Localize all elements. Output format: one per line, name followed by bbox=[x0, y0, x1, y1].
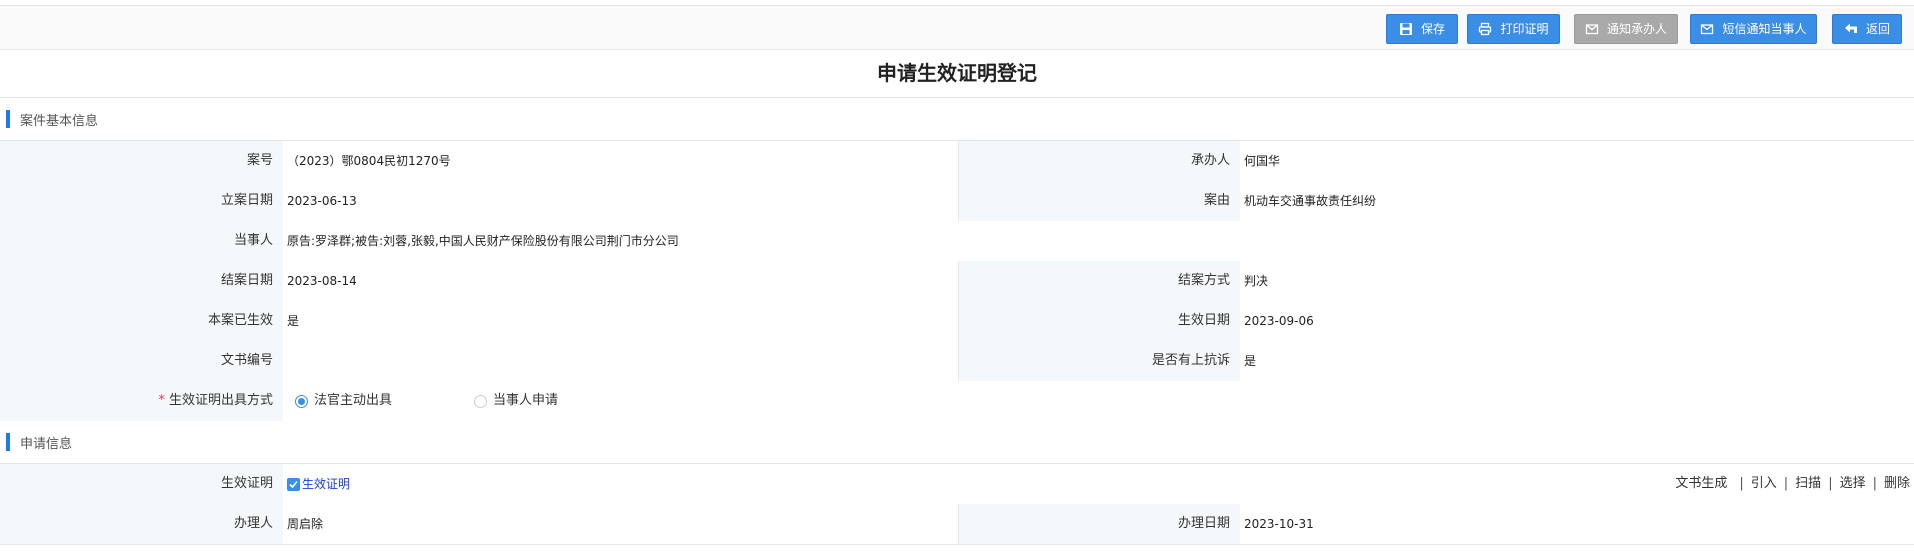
toolbar: 保存 打印证明 通知承办人 短信通知当事人 返回 bbox=[0, 6, 1914, 50]
row-doc-no: 文书编号 是否有上抗诉 是 bbox=[0, 341, 1914, 382]
row-case-no: 案号 （2023）鄂0804民初1270号 承办人 何国华 bbox=[0, 141, 1914, 182]
close-method-label: 结案方式 bbox=[959, 261, 1240, 301]
radio-label: 法官主动出具 bbox=[314, 393, 393, 408]
row-parties: 当事人 原告:罗泽群;被告:刘蓉,张毅,中国人民财产保险股份有限公司荆门市分公司 bbox=[0, 221, 1914, 262]
separator: | bbox=[1783, 476, 1789, 491]
envelope-icon bbox=[1700, 22, 1714, 36]
sms-notify-party-button[interactable]: 短信通知当事人 bbox=[1690, 14, 1817, 44]
radio-judge-issue[interactable]: 法官主动出具 bbox=[295, 381, 392, 421]
radio-party-apply[interactable]: 当事人申请 bbox=[474, 381, 558, 421]
select-link[interactable]: 选择 bbox=[1840, 476, 1866, 491]
operator-label: 办理人 bbox=[0, 504, 283, 544]
separator: | bbox=[1739, 476, 1744, 491]
doc-no-label: 文书编号 bbox=[0, 341, 283, 381]
case-no-label: 案号 bbox=[0, 141, 283, 181]
section-title: 案件基本信息 bbox=[20, 113, 99, 129]
issue-method-options: 法官主动出具 当事人申请 bbox=[283, 381, 1914, 421]
import-link[interactable]: 引入 bbox=[1751, 476, 1777, 491]
effective-label: 本案已生效 bbox=[0, 301, 283, 341]
close-date-label: 结案日期 bbox=[0, 261, 283, 301]
envelope-icon bbox=[1585, 22, 1599, 36]
certificate-link-text: 生效证明 bbox=[302, 477, 351, 491]
section-marker bbox=[6, 110, 10, 128]
sms-notify-label: 短信通知当事人 bbox=[1722, 22, 1807, 36]
handle-date-value: 2023-10-31 bbox=[1240, 504, 1914, 544]
save-label: 保存 bbox=[1420, 22, 1445, 36]
appeal-label: 是否有上抗诉 bbox=[959, 341, 1240, 381]
row-effective: 本案已生效 是 生效日期 2023-09-06 bbox=[0, 301, 1914, 342]
row-issue-method: * 生效证明出具方式 法官主动出具 当事人申请 bbox=[0, 381, 1914, 422]
radio-selected-icon bbox=[295, 394, 308, 408]
operator-value: 周启除 bbox=[283, 504, 959, 544]
radio-unselected-icon bbox=[474, 394, 487, 408]
separator: | bbox=[1872, 476, 1877, 491]
appeal-value: 是 bbox=[1240, 341, 1914, 381]
document-icon bbox=[287, 478, 300, 491]
certificate-link[interactable]: 生效证明 bbox=[287, 477, 350, 491]
back-button[interactable]: 返回 bbox=[1832, 14, 1902, 44]
effective-value: 是 bbox=[283, 301, 959, 341]
row-certificate: 生效证明 生效证明 文书生成 | 引入 | 扫描 | 选择 | 删除 bbox=[0, 464, 1914, 505]
handler-label: 承办人 bbox=[959, 141, 1240, 181]
cause-value: 机动车交通事故责任纠纷 bbox=[1240, 181, 1914, 221]
parties-value: 原告:罗泽群;被告:刘蓉,张毅,中国人民财产保险股份有限公司荆门市分公司 bbox=[283, 221, 1914, 261]
certificate-label: 生效证明 bbox=[0, 464, 283, 504]
row-filing-date: 立案日期 2023-06-13 案由 机动车交通事故责任纠纷 bbox=[0, 181, 1914, 222]
filing-date-label: 立案日期 bbox=[0, 181, 283, 221]
save-icon bbox=[1399, 22, 1413, 36]
certificate-actions: 文书生成 | 引入 | 扫描 | 选择 | 删除 bbox=[1675, 464, 1910, 504]
case-no-value: （2023）鄂0804民初1270号 bbox=[283, 141, 959, 181]
delete-link[interactable]: 删除 bbox=[1884, 476, 1910, 491]
section-case-info: 案件基本信息 bbox=[0, 98, 1914, 141]
page-title: 申请生效证明登记 bbox=[0, 49, 1914, 98]
effective-date-value: 2023-09-06 bbox=[1240, 301, 1914, 341]
cause-label: 案由 bbox=[959, 181, 1240, 221]
scan-link[interactable]: 扫描 bbox=[1795, 476, 1821, 491]
print-label: 打印证明 bbox=[1500, 22, 1549, 36]
handler-value: 何国华 bbox=[1240, 141, 1914, 181]
doc-no-value bbox=[283, 341, 959, 381]
generate-document-link[interactable]: 文书生成 bbox=[1675, 476, 1727, 491]
separator: | bbox=[1828, 476, 1833, 491]
parties-label: 当事人 bbox=[0, 221, 283, 261]
back-arrow-icon bbox=[1844, 22, 1858, 36]
notify-handler-label: 通知承办人 bbox=[1606, 22, 1667, 36]
printer-icon bbox=[1478, 22, 1492, 36]
row-close-date: 结案日期 2023-08-14 结案方式 判决 bbox=[0, 261, 1914, 302]
print-certificate-button[interactable]: 打印证明 bbox=[1467, 14, 1560, 44]
effective-date-label: 生效日期 bbox=[959, 301, 1240, 341]
row-operator: 办理人 周启除 办理日期 2023-10-31 bbox=[0, 504, 1914, 545]
notify-handler-button[interactable]: 通知承办人 bbox=[1574, 14, 1678, 44]
close-date-value: 2023-08-14 bbox=[283, 261, 959, 301]
back-label: 返回 bbox=[1865, 22, 1890, 36]
save-button[interactable]: 保存 bbox=[1386, 14, 1458, 44]
section-title: 申请信息 bbox=[20, 436, 73, 452]
certificate-value: 生效证明 bbox=[283, 464, 1914, 504]
handle-date-label: 办理日期 bbox=[959, 504, 1240, 544]
issue-method-label: * 生效证明出具方式 bbox=[0, 381, 283, 421]
section-apply-info: 申请信息 bbox=[0, 421, 1914, 464]
required-mark: * bbox=[158, 393, 165, 408]
section-marker bbox=[6, 433, 10, 451]
close-method-value: 判决 bbox=[1240, 261, 1914, 301]
filing-date-value: 2023-06-13 bbox=[283, 181, 959, 221]
radio-label: 当事人申请 bbox=[493, 393, 559, 408]
issue-method-label-text: 生效证明出具方式 bbox=[168, 393, 273, 408]
